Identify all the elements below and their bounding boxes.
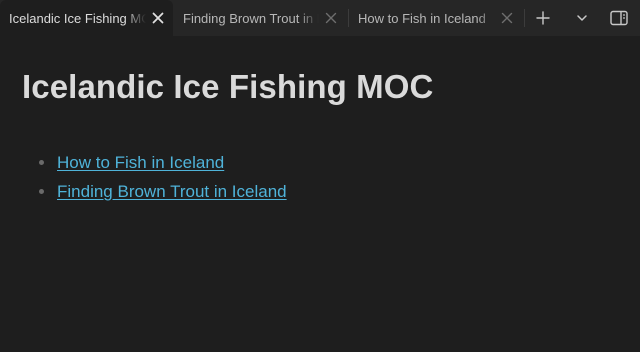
close-icon[interactable]: [151, 11, 165, 25]
tab-label: How to Fish in Iceland: [358, 10, 486, 26]
plus-icon[interactable]: [533, 8, 553, 28]
tab-finding-brown-trout[interactable]: Finding Brown Trout in Iceland: [173, 0, 348, 36]
chevron-down-icon[interactable]: [572, 8, 592, 28]
tab-label: Icelandic Ice Fishing MOC: [9, 10, 146, 26]
tab-bar: Icelandic Ice Fishing MOC Finding Brown …: [0, 0, 640, 36]
tab-label: Finding Brown Trout in Iceland: [183, 10, 319, 26]
close-icon[interactable]: [500, 11, 514, 25]
tab-separator: [524, 9, 525, 27]
list-item: How to Fish in Iceland: [36, 148, 287, 177]
bullet-icon: [39, 189, 44, 194]
sidebar-right-icon[interactable]: [609, 8, 629, 28]
tab-how-to-fish-in-iceland[interactable]: How to Fish in Iceland: [349, 0, 524, 36]
link-how-to-fish-in-iceland[interactable]: How to Fish in Iceland: [57, 153, 224, 172]
close-icon[interactable]: [324, 11, 338, 25]
link-list: How to Fish in Iceland Finding Brown Tro…: [36, 148, 287, 206]
list-item: Finding Brown Trout in Iceland: [36, 177, 287, 206]
note-view: Icelandic Ice Fishing MOC How to Fish in…: [0, 36, 640, 352]
bullet-icon: [39, 160, 44, 165]
tab-icelandic-ice-fishing-moc[interactable]: Icelandic Ice Fishing MOC: [0, 0, 173, 36]
link-finding-brown-trout-in-iceland[interactable]: Finding Brown Trout in Iceland: [57, 182, 287, 201]
tab-actions: [533, 0, 629, 36]
note-title: Icelandic Ice Fishing MOC: [22, 68, 434, 105]
